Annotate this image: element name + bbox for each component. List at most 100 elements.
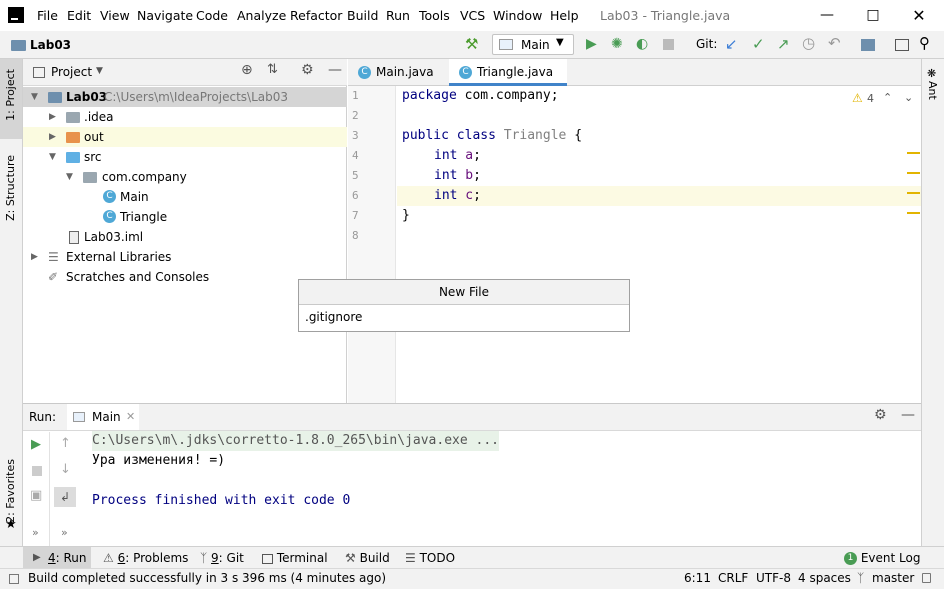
structure-tool-tab[interactable]: Z: Structure bbox=[4, 155, 17, 221]
stop-icon[interactable] bbox=[32, 466, 42, 476]
tree-item-external-libraries[interactable]: ▶ ☰ External Libraries bbox=[23, 247, 347, 267]
tool-tab-label: Terminal bbox=[276, 551, 328, 565]
debug-icon[interactable]: ✺ bbox=[611, 36, 623, 52]
warning-marker[interactable] bbox=[907, 192, 920, 194]
tree-item-out[interactable]: ▶ out bbox=[23, 127, 347, 147]
git-commit-icon[interactable]: ✓ bbox=[752, 35, 765, 53]
status-bar: Build completed successfully in 3 s 396 … bbox=[0, 568, 944, 589]
warning-icon[interactable]: ⚠ bbox=[852, 91, 863, 105]
ant-tool-tab[interactable]: Ant bbox=[926, 81, 939, 100]
project-view-icon bbox=[33, 67, 45, 78]
tree-item-com-company[interactable]: ▼ com.company bbox=[23, 167, 347, 187]
hide-panel-icon[interactable]: — bbox=[328, 62, 342, 78]
close-button[interactable]: ✕ bbox=[896, 0, 942, 31]
warning-count[interactable]: 4 bbox=[867, 92, 874, 105]
event-log-button[interactable]: 1 Event Log bbox=[844, 547, 920, 569]
chevron-down-icon[interactable]: ▼ bbox=[96, 66, 103, 76]
code-line: int a; bbox=[434, 148, 481, 163]
status-message[interactable]: Build completed successfully in 3 s 396 … bbox=[28, 571, 386, 585]
menu-run[interactable]: Run bbox=[386, 8, 410, 23]
tool-tab-build[interactable]: ⚒ Build bbox=[345, 547, 390, 569]
tree-item-idea[interactable]: ▶ .idea bbox=[23, 107, 347, 127]
menu-window[interactable]: Window bbox=[493, 8, 542, 23]
chevron-down-icon[interactable]: ⌄ bbox=[904, 91, 913, 104]
arrow-up-icon[interactable]: ↑ bbox=[60, 436, 71, 451]
tool-tab-todo[interactable]: ☰ TODO bbox=[405, 547, 455, 569]
menu-refactor[interactable]: Refactor bbox=[290, 8, 342, 23]
maximize-button[interactable]: □ bbox=[850, 0, 896, 31]
tab-triangle-java[interactable]: C Triangle.java bbox=[449, 59, 567, 86]
more-icon[interactable]: » bbox=[32, 526, 39, 539]
project-tool-tab[interactable]: 1: Project bbox=[0, 59, 22, 139]
close-icon[interactable]: ✕ bbox=[126, 410, 135, 423]
tree-item-lab03-iml[interactable]: Lab03.iml bbox=[23, 227, 347, 247]
minimize-button[interactable]: — bbox=[804, 0, 850, 31]
tool-tab-git[interactable]: ᛉ 9: Git bbox=[200, 547, 244, 569]
menu-navigate[interactable]: Navigate bbox=[137, 8, 193, 23]
build-hammer-icon[interactable]: ⚒ bbox=[465, 35, 478, 53]
run-tab-main[interactable]: Main ✕ bbox=[67, 404, 139, 430]
warning-marker[interactable] bbox=[907, 152, 920, 154]
collapse-all-icon[interactable]: ⇅ bbox=[267, 62, 278, 77]
chevron-right-icon: ▶ bbox=[49, 132, 56, 142]
menu-build[interactable]: Build bbox=[347, 8, 378, 23]
git-rollback-icon[interactable]: ↶ bbox=[828, 34, 841, 52]
favorites-tool-tab[interactable]: 2: Favorites bbox=[4, 459, 17, 523]
arrow-down-icon[interactable]: ↓ bbox=[60, 462, 71, 477]
menu-view[interactable]: View bbox=[100, 8, 130, 23]
tree-item-lab03[interactable]: ▼ Lab03 C:\Users\m\IdeaProjects\Lab03 bbox=[23, 87, 347, 107]
menu-vcs[interactable]: VCS bbox=[460, 8, 485, 23]
soft-wrap-icon[interactable]: ↲ bbox=[54, 487, 76, 507]
code-editor[interactable]: package com.company; public class Triang… bbox=[397, 86, 921, 403]
menu-file[interactable]: File bbox=[37, 8, 58, 23]
tool-tab-run[interactable]: ▶ 4: Run bbox=[23, 547, 91, 569]
menu-tools[interactable]: Tools bbox=[419, 8, 450, 23]
project-structure-icon[interactable] bbox=[861, 39, 875, 51]
tree-item-src[interactable]: ▼ src bbox=[23, 147, 347, 167]
code-line: int c; bbox=[434, 188, 481, 203]
indent-setting[interactable]: 4 spaces bbox=[798, 571, 851, 585]
lock-icon[interactable] bbox=[922, 573, 931, 583]
project-view-select[interactable]: Project bbox=[51, 65, 92, 79]
git-push-icon[interactable]: ↗ bbox=[777, 35, 790, 53]
locate-icon[interactable]: ⊕ bbox=[241, 62, 253, 78]
branch-icon: ᛉ bbox=[857, 571, 865, 585]
menu-analyze[interactable]: Analyze bbox=[237, 8, 286, 23]
tree-item-triangle[interactable]: C Triangle bbox=[23, 207, 347, 227]
camera-icon[interactable]: ▣ bbox=[30, 488, 42, 503]
chevron-right-icon: ▶ bbox=[49, 112, 56, 122]
line-separator[interactable]: CRLF bbox=[718, 571, 748, 585]
chevron-up-icon[interactable]: ⌃ bbox=[883, 91, 892, 104]
menu-help[interactable]: Help bbox=[550, 8, 579, 23]
gear-icon[interactable]: ⚙ bbox=[874, 407, 887, 423]
tree-item-label: Main bbox=[120, 190, 149, 204]
search-icon[interactable]: ⚲ bbox=[919, 34, 930, 52]
tab-main-java[interactable]: C Main.java bbox=[348, 59, 449, 86]
terminal-icon[interactable] bbox=[895, 39, 909, 51]
rerun-icon[interactable]: ▶ bbox=[31, 437, 41, 452]
tool-tab-problems[interactable]: ⚠ 6: Problems bbox=[103, 547, 188, 569]
file-encoding[interactable]: UTF-8 bbox=[756, 571, 791, 585]
git-update-icon[interactable]: ↙ bbox=[725, 35, 738, 53]
git-history-icon[interactable]: ◷ bbox=[802, 34, 815, 52]
hide-panel-icon[interactable]: — bbox=[901, 407, 915, 423]
caret-position[interactable]: 6:11 bbox=[684, 571, 711, 585]
menu-edit[interactable]: Edit bbox=[67, 8, 91, 23]
warning-marker[interactable] bbox=[907, 172, 920, 174]
window-title: Lab03 - Triangle.java bbox=[600, 8, 731, 23]
tool-window-bar: ▶ 4: Run ⚠ 6: Problems ᛉ 9: Git Terminal… bbox=[0, 546, 944, 569]
warning-marker[interactable] bbox=[907, 212, 920, 214]
breadcrumb[interactable]: Lab03 bbox=[30, 38, 71, 52]
coverage-icon[interactable]: ◐ bbox=[636, 36, 648, 52]
tree-item-main[interactable]: C Main bbox=[23, 187, 347, 207]
run-config-select[interactable]: Main ▼ bbox=[492, 34, 574, 55]
gear-icon[interactable]: ⚙ bbox=[301, 62, 314, 78]
folder-icon bbox=[66, 112, 80, 123]
run-icon[interactable]: ▶ bbox=[586, 36, 597, 52]
stop-icon[interactable] bbox=[663, 39, 674, 50]
menu-code[interactable]: Code bbox=[196, 8, 228, 23]
git-branch[interactable]: master bbox=[872, 571, 914, 585]
popup-item-gitignore[interactable]: .gitignore bbox=[305, 310, 362, 324]
tool-tab-terminal[interactable]: Terminal bbox=[262, 547, 328, 569]
more-icon[interactable]: » bbox=[61, 526, 68, 539]
